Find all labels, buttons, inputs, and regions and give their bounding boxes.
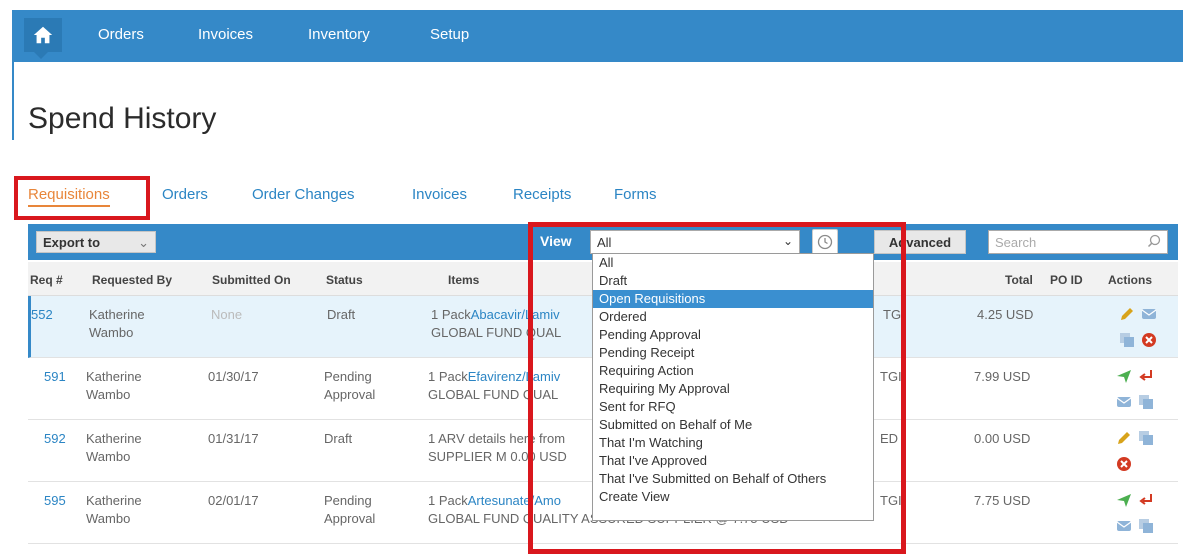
tab-invoices[interactable]: Invoices — [412, 186, 467, 203]
search-icon[interactable] — [1147, 234, 1161, 248]
col-total[interactable]: Total — [1005, 273, 1033, 287]
submitted-on: 01/30/17 — [208, 369, 259, 384]
home-active-caret — [34, 52, 48, 59]
submitted-on: 02/01/17 — [208, 493, 259, 508]
status: Pending Approval — [324, 493, 376, 526]
email-icon[interactable] — [1116, 518, 1132, 534]
status: Pending Approval — [324, 369, 376, 402]
col-items[interactable]: Items — [448, 273, 479, 287]
top-nav: Orders Invoices Inventory Setup — [12, 10, 1183, 62]
req-number-link[interactable]: 591 — [44, 368, 66, 386]
req-number-link[interactable]: 592 — [44, 430, 66, 448]
withdraw-arrow-icon[interactable] — [1138, 368, 1154, 384]
col-req[interactable]: Req # — [30, 273, 63, 287]
search-input[interactable]: Search — [988, 230, 1168, 254]
withdraw-arrow-icon[interactable] — [1138, 492, 1154, 508]
col-requested-by[interactable]: Requested By — [92, 273, 172, 287]
col-po-id[interactable]: PO ID — [1050, 273, 1083, 287]
copy-icon[interactable] — [1138, 430, 1154, 446]
tab-order-changes[interactable]: Order Changes — [252, 186, 355, 203]
copy-icon[interactable] — [1119, 332, 1135, 348]
requested-by: Katherine Wambo — [86, 493, 142, 526]
total: 0.00 USD — [974, 431, 1031, 446]
req-number-link[interactable]: 595 — [44, 492, 66, 510]
delete-icon[interactable] — [1141, 332, 1157, 348]
tab-forms[interactable]: Forms — [614, 186, 657, 203]
page-title: Spend History — [28, 102, 217, 135]
export-label: Export to — [43, 235, 101, 250]
chevron-down-icon: ⌄ — [138, 235, 149, 250]
col-actions: Actions — [1108, 273, 1153, 287]
tab-orders[interactable]: Orders — [162, 186, 208, 203]
req-number-link[interactable]: 552 — [31, 306, 53, 324]
requested-by: Katherine Wambo — [86, 431, 142, 464]
total: 7.99 USD — [974, 369, 1031, 384]
email-icon[interactable] — [1116, 394, 1132, 410]
edit-pencil-icon[interactable] — [1119, 306, 1135, 322]
nav-inventory[interactable]: Inventory — [308, 26, 370, 43]
submit-paper-plane-icon[interactable] — [1116, 368, 1132, 384]
requested-by: Katherine Wambo — [89, 307, 145, 340]
edit-pencil-icon[interactable] — [1116, 430, 1132, 446]
submit-paper-plane-icon[interactable] — [1116, 492, 1132, 508]
nav-orders[interactable]: Orders — [98, 26, 144, 43]
submitted-on: 01/31/17 — [208, 431, 259, 446]
home-button[interactable] — [24, 18, 62, 52]
status: Draft — [324, 431, 353, 446]
col-submitted-on[interactable]: Submitted On — [212, 273, 291, 287]
requested-by: Katherine Wambo — [86, 369, 142, 402]
copy-icon[interactable] — [1138, 394, 1154, 410]
email-icon[interactable] — [1141, 306, 1157, 322]
nav-setup[interactable]: Setup — [430, 26, 469, 43]
export-button[interactable]: Export to ⌄ — [36, 231, 156, 253]
nav-invoices[interactable]: Invoices — [198, 26, 253, 43]
copy-icon[interactable] — [1138, 518, 1154, 534]
annotation-highlight-tab — [14, 176, 150, 220]
left-accent-rule — [12, 62, 14, 140]
delete-icon[interactable] — [1116, 456, 1132, 472]
total: 7.75 USD — [974, 493, 1031, 508]
home-icon — [33, 26, 53, 44]
col-status[interactable]: Status — [326, 273, 363, 287]
annotation-highlight-view — [528, 222, 906, 554]
tab-receipts[interactable]: Receipts — [513, 186, 571, 203]
status: Draft — [327, 307, 356, 322]
total: 4.25 USD — [977, 307, 1034, 322]
submitted-on: None — [211, 307, 243, 322]
search-placeholder: Search — [995, 235, 1037, 250]
